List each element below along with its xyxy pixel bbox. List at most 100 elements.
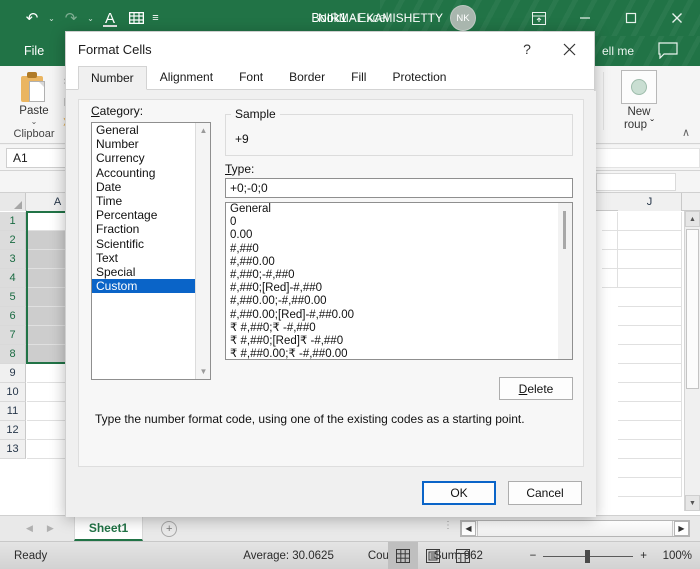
type-scrollbar[interactable] xyxy=(558,203,572,359)
cell-J15[interactable] xyxy=(618,478,682,497)
row-header-3[interactable]: 3 xyxy=(0,250,26,269)
scroll-up-icon[interactable]: ▲ xyxy=(685,211,700,227)
tab-border[interactable]: Border xyxy=(276,65,338,89)
tab-number[interactable]: Number xyxy=(78,66,147,90)
tab-protection[interactable]: Protection xyxy=(379,65,459,89)
row-header-2[interactable]: 2 xyxy=(0,231,26,250)
category-item-scientific[interactable]: Scientific xyxy=(92,237,210,251)
zoom-out-button[interactable]: − xyxy=(530,550,537,562)
category-item-accounting[interactable]: Accounting xyxy=(92,166,210,180)
row-header-9[interactable]: 9 xyxy=(0,364,26,383)
cell-I2[interactable] xyxy=(602,231,618,250)
row-header-10[interactable]: 10 xyxy=(0,383,26,402)
type-item-0[interactable]: General xyxy=(226,203,572,216)
row-header-13[interactable]: 13 xyxy=(0,440,26,459)
tab-split-handle[interactable]: ⋮ xyxy=(443,521,453,531)
avatar[interactable]: NK xyxy=(450,5,476,31)
undo-dropdown-icon[interactable]: ⌄ xyxy=(46,5,57,31)
tab-alignment[interactable]: Alignment xyxy=(147,65,226,89)
ok-button[interactable]: OK xyxy=(422,481,496,505)
font-color-icon[interactable]: A xyxy=(98,5,122,31)
zoom-slider[interactable] xyxy=(543,549,634,563)
category-item-time[interactable]: Time xyxy=(92,194,210,208)
cell-J11[interactable] xyxy=(618,402,682,421)
page-layout-view-icon[interactable] xyxy=(418,542,448,569)
row-header-11[interactable]: 11 xyxy=(0,402,26,421)
cell-J5[interactable] xyxy=(618,288,682,307)
new-group-caret-icon[interactable]: ˇ xyxy=(650,119,654,131)
column-header-J[interactable]: J xyxy=(618,193,682,211)
horizontal-scrollbar[interactable]: ◀ ▶ xyxy=(460,520,690,537)
type-input[interactable]: +0;-0;0 xyxy=(225,178,573,198)
category-item-custom[interactable]: Custom xyxy=(92,279,210,294)
delete-button[interactable]: Delete xyxy=(499,377,573,400)
scroll-left-icon[interactable]: ◀ xyxy=(461,521,476,536)
cell-J8[interactable] xyxy=(618,345,682,364)
cell-J2[interactable] xyxy=(618,231,682,250)
type-item-10[interactable]: ₹ #,##0;[Red]₹ -#,##0 xyxy=(226,335,572,348)
type-item-2[interactable]: 0.00 xyxy=(226,229,572,242)
cell-J7[interactable] xyxy=(618,326,682,345)
account-area[interactable]: NIRMAL KAMISHETTY NK xyxy=(318,0,476,36)
undo-icon[interactable]: ↶ xyxy=(20,5,44,31)
type-scroll-thumb[interactable] xyxy=(563,211,566,249)
cell-J3[interactable] xyxy=(618,250,682,269)
type-item-1[interactable]: 0 xyxy=(226,216,572,229)
category-item-date[interactable]: Date xyxy=(92,180,210,194)
close-icon[interactable] xyxy=(654,0,700,36)
help-icon[interactable]: ? xyxy=(516,39,538,59)
ribbon-display-options-icon[interactable] xyxy=(516,0,562,36)
cell-J10[interactable] xyxy=(618,383,682,402)
paste-button[interactable]: Paste ⌄ xyxy=(8,68,60,127)
paste-dropdown-icon[interactable]: ⌄ xyxy=(8,117,60,127)
zoom-slider-thumb[interactable] xyxy=(585,549,591,563)
new-group-button[interactable]: New roup ˇ xyxy=(608,70,670,132)
collapse-ribbon-icon[interactable]: ∧ xyxy=(682,126,690,139)
category-item-currency[interactable]: Currency xyxy=(92,151,210,165)
row-header-1[interactable]: 1 xyxy=(0,212,26,231)
cell-J12[interactable] xyxy=(618,421,682,440)
type-item-8[interactable]: #,##0.00;[Red]-#,##0.00 xyxy=(226,309,572,322)
tell-me-box[interactable]: ell me xyxy=(602,36,634,66)
category-scroll-down-icon[interactable]: ▼ xyxy=(196,364,210,379)
category-item-special[interactable]: Special xyxy=(92,265,210,279)
redo-dropdown-icon[interactable]: ⌄ xyxy=(85,5,96,31)
add-sheet-button[interactable]: + xyxy=(161,520,178,537)
type-item-9[interactable]: ₹ #,##0;₹ -#,##0 xyxy=(226,322,572,335)
category-listbox[interactable]: General Number Currency Accounting Date … xyxy=(91,122,211,380)
scroll-down-icon[interactable]: ▼ xyxy=(685,495,700,511)
row-header-12[interactable]: 12 xyxy=(0,421,26,440)
category-item-fraction[interactable]: Fraction xyxy=(92,222,210,236)
cell-J1[interactable] xyxy=(618,212,682,231)
cell-J14[interactable] xyxy=(618,459,682,478)
next-sheet-icon[interactable]: ▶ xyxy=(47,523,54,534)
category-item-general[interactable]: General xyxy=(92,123,210,137)
zoom-in-button[interactable]: + xyxy=(640,550,647,562)
row-header-4[interactable]: 4 xyxy=(0,269,26,288)
redo-icon[interactable]: ↷ xyxy=(59,5,83,31)
cell-I4[interactable] xyxy=(602,269,618,288)
row-header-7[interactable]: 7 xyxy=(0,326,26,345)
tab-fill[interactable]: Fill xyxy=(338,65,379,89)
type-item-3[interactable]: #,##0 xyxy=(226,243,572,256)
sheet-tab-sheet1[interactable]: Sheet1 xyxy=(73,516,144,541)
vertical-scrollbar[interactable]: ▲ ▼ xyxy=(684,211,700,511)
borders-icon[interactable] xyxy=(124,5,148,31)
comments-icon[interactable] xyxy=(658,42,678,62)
row-header-6[interactable]: 6 xyxy=(0,307,26,326)
select-all-corner[interactable] xyxy=(0,193,26,211)
type-item-6[interactable]: #,##0;[Red]-#,##0 xyxy=(226,282,572,295)
prev-sheet-icon[interactable]: ◀ xyxy=(26,523,33,534)
cell-J6[interactable] xyxy=(618,307,682,326)
vertical-scroll-thumb[interactable] xyxy=(686,229,699,389)
type-item-7[interactable]: #,##0.00;-#,##0.00 xyxy=(226,295,572,308)
category-item-number[interactable]: Number xyxy=(92,137,210,151)
tab-font[interactable]: Font xyxy=(226,65,276,89)
row-header-5[interactable]: 5 xyxy=(0,288,26,307)
cell-J4[interactable] xyxy=(618,269,682,288)
page-break-preview-icon[interactable] xyxy=(448,542,478,569)
scroll-right-icon[interactable]: ▶ xyxy=(674,521,689,536)
cell-J13[interactable] xyxy=(618,440,682,459)
type-item-5[interactable]: #,##0;-#,##0 xyxy=(226,269,572,282)
category-item-text[interactable]: Text xyxy=(92,251,210,265)
